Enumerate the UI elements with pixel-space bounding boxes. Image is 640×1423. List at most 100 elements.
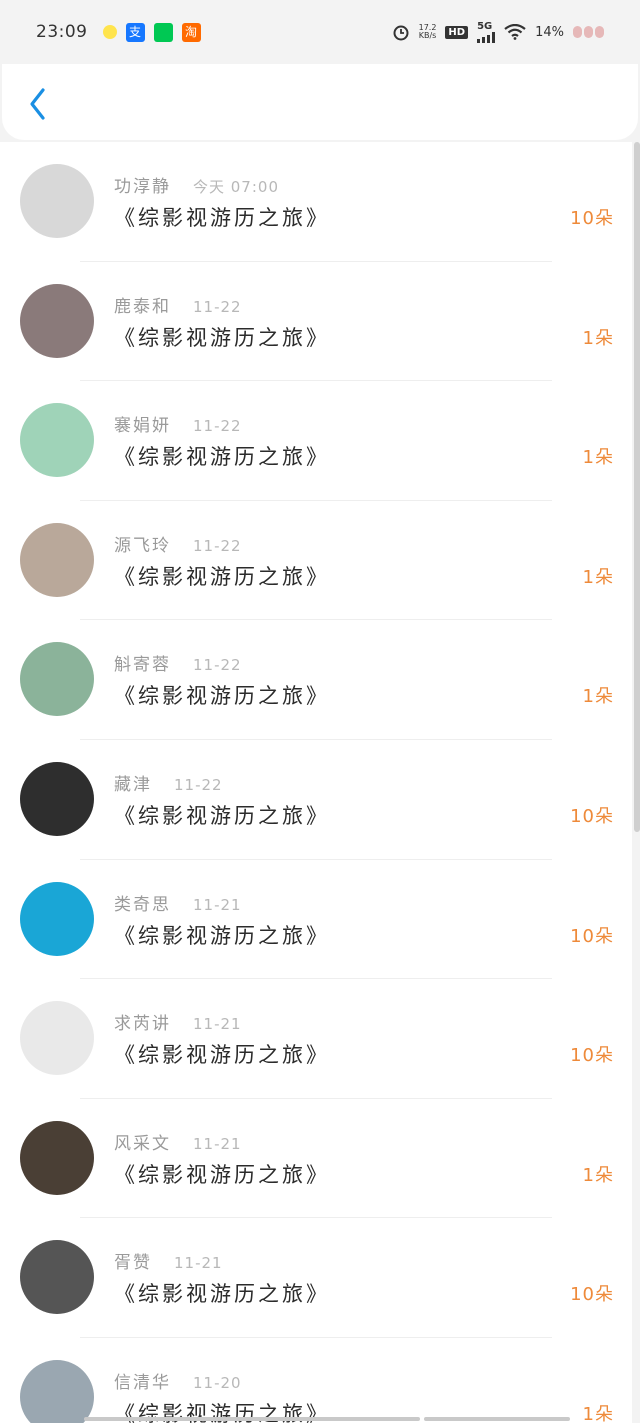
list-item[interactable]: 褰娟妍 11-22 《综影视游历之旅》 1朵 <box>0 381 632 501</box>
list-item[interactable]: 鹿泰和 11-22 《综影视游历之旅》 1朵 <box>0 262 632 382</box>
book-title: 《综影视游历之旅》 <box>114 325 330 350</box>
back-button[interactable] <box>24 86 54 122</box>
user-name: 功淳静 <box>114 177 171 197</box>
avatar[interactable] <box>20 761 94 836</box>
book-title: 《综影视游历之旅》 <box>114 1162 330 1187</box>
list-item[interactable]: 藏津 11-22 《综影视游历之旅》 10朵 <box>0 740 632 860</box>
iqiyi-icon <box>153 22 173 42</box>
timestamp: 11-22 <box>174 775 223 794</box>
book-title: 《综影视游历之旅》 <box>114 923 330 948</box>
list-item[interactable]: 胥赞 11-21 《综影视游历之旅》 10朵 <box>0 1218 632 1338</box>
avatar[interactable] <box>20 283 94 358</box>
timestamp: 11-22 <box>193 417 242 436</box>
book-title: 《综影视游历之旅》 <box>114 684 330 709</box>
timestamp: 11-21 <box>193 1015 242 1034</box>
book-title: 《综影视游历之旅》 <box>114 564 330 589</box>
avatar[interactable] <box>20 1240 94 1315</box>
list-item[interactable]: 功淳静 今天 07:00 《综影视游历之旅》 10朵 <box>0 142 632 262</box>
battery-level: 14% <box>535 24 564 40</box>
timestamp: 11-21 <box>174 1254 223 1273</box>
flower-count: 1朵 <box>582 686 614 708</box>
flower-count: 10朵 <box>570 925 614 947</box>
status-bar-right: 17.2 KB/s HD 5G 14% <box>392 21 604 43</box>
wifi-icon <box>504 24 526 40</box>
home-indicator-secondary <box>424 1417 570 1421</box>
item-meta: 类奇思 11-21 <box>114 890 242 915</box>
book-title: 《综影视游历之旅》 <box>114 206 330 230</box>
item-meta: 信清华 11-20 <box>114 1368 242 1393</box>
avatar[interactable] <box>20 164 94 238</box>
avatar[interactable] <box>20 522 94 597</box>
top-nav-bar <box>2 64 638 140</box>
timestamp: 11-22 <box>193 656 242 675</box>
user-name: 褰娟妍 <box>114 416 171 437</box>
avatar[interactable] <box>20 642 94 717</box>
flower-count: 10朵 <box>570 1284 614 1306</box>
status-time: 23:09 <box>36 22 88 42</box>
user-name: 风采文 <box>114 1133 171 1154</box>
list-item[interactable]: 信清华 11-20 《综影视游历之旅》 1朵 <box>0 1338 632 1423</box>
avatar[interactable] <box>20 881 94 956</box>
battery-icon <box>573 26 604 38</box>
item-meta: 风采文 11-21 <box>114 1129 242 1154</box>
scrollbar[interactable] <box>634 142 640 832</box>
item-meta: 鹿泰和 11-22 <box>114 292 242 317</box>
avatar[interactable] <box>20 1001 94 1076</box>
user-name: 类奇思 <box>114 894 171 915</box>
user-name: 源飞玲 <box>114 535 171 556</box>
book-title: 《综影视游历之旅》 <box>114 1282 330 1307</box>
avatar[interactable] <box>20 1120 94 1195</box>
flower-count: 1朵 <box>582 566 614 588</box>
flower-count: 10朵 <box>570 208 614 229</box>
timestamp: 11-22 <box>193 297 242 316</box>
hd-badge: HD <box>445 25 469 39</box>
net-speed: 17.2 KB/s <box>419 24 437 40</box>
item-meta: 藏津 11-22 <box>114 770 223 795</box>
item-meta: 源飞玲 11-22 <box>114 531 242 556</box>
flower-count: 1朵 <box>582 447 614 469</box>
timestamp: 今天 07:00 <box>193 178 279 196</box>
timestamp: 11-20 <box>193 1373 242 1392</box>
qq-icon <box>102 25 117 39</box>
timestamp: 11-22 <box>193 536 242 555</box>
list-item[interactable]: 求芮讲 11-21 《综影视游历之旅》 10朵 <box>0 979 632 1099</box>
user-name: 胥赞 <box>114 1253 152 1274</box>
user-name: 斛寄蓉 <box>114 655 171 676</box>
item-meta: 功淳静 今天 07:00 <box>114 172 279 197</box>
status-bar: 23:09 支 淘 17.2 KB/s HD 5G 14% <box>0 0 640 64</box>
taobao-icon: 淘 <box>181 22 201 42</box>
list-item[interactable]: 源飞玲 11-22 《综影视游历之旅》 1朵 <box>0 501 632 621</box>
timestamp: 11-21 <box>193 1134 242 1153</box>
user-name: 鹿泰和 <box>114 296 171 317</box>
list-item[interactable]: 风采文 11-21 《综影视游历之旅》 1朵 <box>0 1099 632 1219</box>
alipay-icon: 支 <box>125 22 145 42</box>
item-meta: 斛寄蓉 11-22 <box>114 650 242 675</box>
network-type: 5G <box>477 21 493 32</box>
list-item[interactable]: 斛寄蓉 11-22 《综影视游历之旅》 1朵 <box>0 620 632 740</box>
item-meta: 求芮讲 11-21 <box>114 1009 242 1034</box>
book-title: 《综影视游历之旅》 <box>114 445 330 470</box>
avatar[interactable] <box>20 403 94 478</box>
item-meta: 褰娟妍 11-22 <box>114 411 242 436</box>
book-title: 《综影视游历之旅》 <box>114 1043 330 1068</box>
flower-count: 1朵 <box>582 1164 614 1186</box>
flower-count: 1朵 <box>582 327 614 349</box>
timestamp: 11-21 <box>193 895 242 914</box>
flower-count: 10朵 <box>570 1045 614 1067</box>
net-speed-unit: KB/s <box>418 31 437 40</box>
alarm-icon <box>393 25 409 41</box>
home-indicator <box>84 1417 420 1421</box>
status-bar-left: 23:09 支 淘 <box>36 22 201 42</box>
gift-record-list: 功淳静 今天 07:00 《综影视游历之旅》 10朵 鹿泰和 11-22 《综影… <box>0 142 632 1423</box>
user-name: 藏津 <box>114 774 152 795</box>
flower-count: 10朵 <box>570 805 614 827</box>
item-meta: 胥赞 11-21 <box>114 1248 223 1273</box>
chevron-left-icon <box>30 88 45 120</box>
signal-indicator: 5G <box>477 21 496 43</box>
avatar[interactable] <box>20 1359 94 1423</box>
list-item[interactable]: 类奇思 11-21 《综影视游历之旅》 10朵 <box>0 860 632 980</box>
book-title: 《综影视游历之旅》 <box>114 803 330 828</box>
signal-bars-icon <box>477 32 496 43</box>
user-name: 求芮讲 <box>114 1014 171 1035</box>
flower-count: 1朵 <box>582 1403 614 1423</box>
